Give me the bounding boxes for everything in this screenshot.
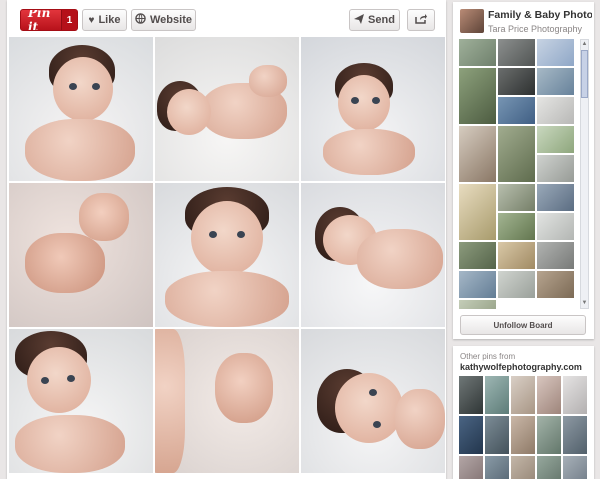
other-pins-label: Other pins from	[460, 352, 516, 361]
board-thumbnail[interactable]	[537, 39, 574, 66]
share-button[interactable]	[407, 9, 435, 31]
board-thumbnail[interactable]	[537, 184, 574, 211]
board-thumbnail[interactable]	[498, 126, 535, 182]
board-title[interactable]: Family & Baby Photography	[488, 9, 592, 21]
board-owner[interactable]: Tara Price Photography	[488, 24, 582, 34]
board-thumbnail[interactable]	[537, 68, 574, 95]
pin-it-label: Pin it	[28, 9, 51, 31]
board-thumbnail[interactable]	[537, 213, 574, 240]
send-icon	[354, 13, 365, 27]
board-thumbnail[interactable]	[459, 184, 496, 240]
other-pin-thumbnail[interactable]	[485, 416, 509, 454]
baby-photo[interactable]	[301, 37, 445, 181]
board-avatar[interactable]	[460, 9, 484, 33]
pin-count-badge: 1	[61, 10, 77, 30]
other-pins-thumbnails	[459, 376, 589, 479]
like-label: Like	[98, 14, 121, 26]
board-thumbnail[interactable]	[498, 68, 535, 95]
baby-photo[interactable]	[9, 183, 153, 327]
baby-photo[interactable]	[155, 329, 299, 473]
board-thumbnail[interactable]	[459, 300, 496, 309]
board-thumbnail[interactable]	[537, 271, 574, 298]
board-thumbnail[interactable]	[537, 155, 574, 182]
pin-it-button[interactable]: Pin it 1	[20, 9, 78, 31]
unfollow-board-button[interactable]: Unfollow Board	[460, 315, 586, 335]
scroll-up-icon[interactable]: ▲	[581, 40, 588, 49]
baby-photo[interactable]	[9, 37, 153, 181]
board-thumbnail[interactable]	[498, 97, 535, 124]
pin-card: Pin it 1 ♥ Like Website Send	[7, 0, 446, 479]
board-thumbnail[interactable]	[459, 242, 496, 269]
other-pin-thumbnail[interactable]	[511, 376, 535, 414]
board-thumbnail[interactable]	[498, 242, 535, 269]
photo-grid	[9, 37, 445, 475]
pin-action-bar: Pin it 1 ♥ Like Website Send	[7, 0, 446, 37]
other-pin-thumbnail[interactable]	[511, 416, 535, 454]
other-pins-card: Other pins from kathywolfephotography.co…	[453, 346, 594, 479]
baby-photo[interactable]	[9, 329, 153, 473]
other-pin-thumbnail[interactable]	[537, 416, 561, 454]
like-button[interactable]: ♥ Like	[82, 9, 127, 31]
other-pin-thumbnail[interactable]	[485, 376, 509, 414]
baby-photo[interactable]	[155, 37, 299, 181]
baby-photo[interactable]	[155, 183, 299, 327]
other-pin-thumbnail[interactable]	[563, 416, 587, 454]
other-pin-thumbnail[interactable]	[563, 376, 587, 414]
board-thumbnail[interactable]	[459, 126, 496, 182]
board-card: Family & Baby Photography Tara Price Pho…	[453, 2, 594, 339]
other-pin-thumbnail[interactable]	[537, 456, 561, 479]
board-thumbnail[interactable]	[498, 271, 535, 298]
other-pin-thumbnail[interactable]	[459, 456, 483, 479]
baby-photo[interactable]	[301, 183, 445, 327]
board-thumbnail[interactable]	[459, 39, 496, 66]
baby-photo[interactable]	[301, 329, 445, 473]
other-pin-thumbnail[interactable]	[459, 376, 483, 414]
globe-icon	[135, 13, 146, 27]
other-pin-thumbnail[interactable]	[511, 456, 535, 479]
other-pin-thumbnail[interactable]	[459, 416, 483, 454]
other-pin-thumbnail[interactable]	[563, 456, 587, 479]
board-thumbnail[interactable]	[537, 97, 574, 124]
scrollbar-thumb[interactable]	[581, 50, 588, 98]
heart-icon: ♥	[88, 14, 95, 26]
board-thumbnails	[459, 39, 577, 309]
board-thumbnail[interactable]	[537, 126, 574, 153]
scroll-down-icon[interactable]: ▼	[581, 299, 588, 308]
board-thumbnail[interactable]	[498, 213, 535, 240]
board-thumbnail[interactable]	[459, 68, 496, 124]
send-button[interactable]: Send	[349, 9, 400, 31]
board-thumbnail[interactable]	[459, 271, 496, 298]
other-pins-source[interactable]: kathywolfephotography.com	[460, 362, 582, 372]
website-label: Website	[150, 14, 192, 26]
share-icon	[415, 13, 427, 27]
board-thumbnail[interactable]	[537, 242, 574, 269]
other-pin-thumbnail[interactable]	[485, 456, 509, 479]
other-pin-thumbnail[interactable]	[537, 376, 561, 414]
board-thumbnail[interactable]	[498, 184, 535, 211]
board-thumbnail[interactable]	[498, 39, 535, 66]
website-button[interactable]: Website	[131, 9, 196, 31]
send-label: Send	[368, 14, 395, 26]
board-scrollbar[interactable]: ▲ ▼	[580, 39, 589, 309]
